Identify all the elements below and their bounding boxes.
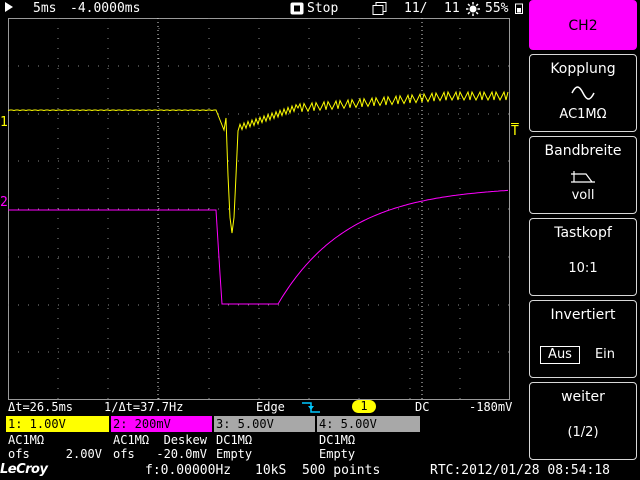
coupling-button[interactable]: Kopplung AC1MΩ	[529, 54, 637, 132]
stop-icon	[290, 2, 304, 15]
ch2-coupling: AC1MΩ Deskew	[113, 433, 207, 447]
coupling-value: AC1MΩ	[559, 107, 607, 122]
inverse-delta-t: 1/Δt=37.7Hz	[104, 400, 184, 414]
bandwidth-filter-icon	[530, 168, 636, 183]
invert-toggle[interactable]: Aus Ein	[540, 346, 628, 364]
menu-page-indicator: (1/2)	[567, 425, 599, 440]
menu-channel-title: CH2	[568, 18, 598, 34]
ch3-status: Empty	[216, 447, 253, 461]
coupling-label: Kopplung	[550, 61, 616, 77]
channel-menu-header[interactable]: CH2	[529, 0, 637, 50]
bandwidth-value: voll	[571, 188, 595, 203]
acquisition-state: Stop	[307, 1, 339, 16]
ch4-status: Empty	[319, 447, 356, 461]
probe-label: Tastkopf	[554, 225, 612, 241]
ch2-offset: ofs -20.0mV	[113, 447, 207, 461]
ch2-ground-marker[interactable]: 2	[0, 195, 8, 210]
time-offset-value: -4.0000ms	[70, 1, 141, 16]
waveform-graticule	[8, 18, 510, 400]
ch4-coupling: DC1MΩ	[319, 433, 356, 447]
ch1-waveform	[8, 90, 509, 234]
probe-button[interactable]: Tastkopf 10:1	[529, 218, 637, 296]
ch1-offset: ofs 2.00V	[8, 447, 102, 461]
ch3-label[interactable]: 3: 5.00V	[214, 416, 315, 432]
delta-t: Δt=26.5ms	[8, 400, 74, 414]
footer-bar: LeCroy f:0.00000Hz 10kS 500 points RTC:2…	[0, 462, 640, 480]
probe-value: 10:1	[568, 261, 598, 276]
more-label: weiter	[561, 389, 605, 405]
ch2-waveform	[8, 189, 509, 305]
ac-coupling-icon	[530, 85, 636, 100]
top-status-bar: 5ms -4.0000ms Stop 11/ 11 55%	[0, 0, 524, 18]
ch3-coupling: DC1MΩ	[216, 433, 253, 447]
invert-button[interactable]: Invertiert Aus Ein	[529, 300, 637, 378]
trigger-level-marker[interactable]: T	[511, 124, 519, 139]
record-length: 500 points	[302, 463, 381, 478]
acquisitions-icon	[372, 2, 387, 15]
play-indicator-icon	[4, 1, 14, 13]
acquisition-total: 11	[444, 1, 460, 16]
measurement-bar: Δt=26.5ms 1/Δt=37.7Hz Edge 1 DC -180mV	[0, 400, 524, 415]
acquisition-count: 11/	[404, 1, 428, 16]
waveform-display[interactable]	[8, 18, 510, 400]
brand-logo: LeCroy	[0, 462, 48, 477]
invert-label: Invertiert	[550, 307, 616, 323]
trigger-slope-icon	[301, 401, 321, 414]
invert-on-option[interactable]: Ein	[586, 346, 624, 364]
trigger-type: Edge	[256, 400, 285, 414]
ch4-label[interactable]: 4: 5.00V	[317, 416, 420, 432]
frequency-counter: f:0.00000Hz	[145, 463, 232, 478]
battery-level: 55%	[485, 1, 509, 16]
bandwidth-label: Bandbreite	[544, 143, 622, 159]
real-time-clock: RTC:2012/01/28 08:54:18	[430, 463, 611, 478]
sample-rate: 10kS	[255, 463, 287, 478]
timebase-value: 5ms	[33, 1, 57, 16]
ch1-coupling: AC1MΩ	[8, 433, 45, 447]
trigger-source-badge: 1	[352, 400, 376, 413]
ch1-label[interactable]: 1: 1.00V	[6, 416, 109, 432]
invert-off-option[interactable]: Aus	[540, 346, 580, 364]
trigger-coupling: DC	[415, 400, 430, 414]
ch2-label[interactable]: 2: 200mV	[111, 416, 212, 432]
brightness-icon	[466, 2, 480, 16]
bandwidth-button[interactable]: Bandbreite voll	[529, 136, 637, 214]
trigger-level: -180mV	[469, 400, 513, 414]
battery-icon	[515, 3, 523, 14]
ch1-ground-marker[interactable]: 1	[0, 115, 8, 130]
more-button[interactable]: weiter (1/2)	[529, 382, 637, 460]
